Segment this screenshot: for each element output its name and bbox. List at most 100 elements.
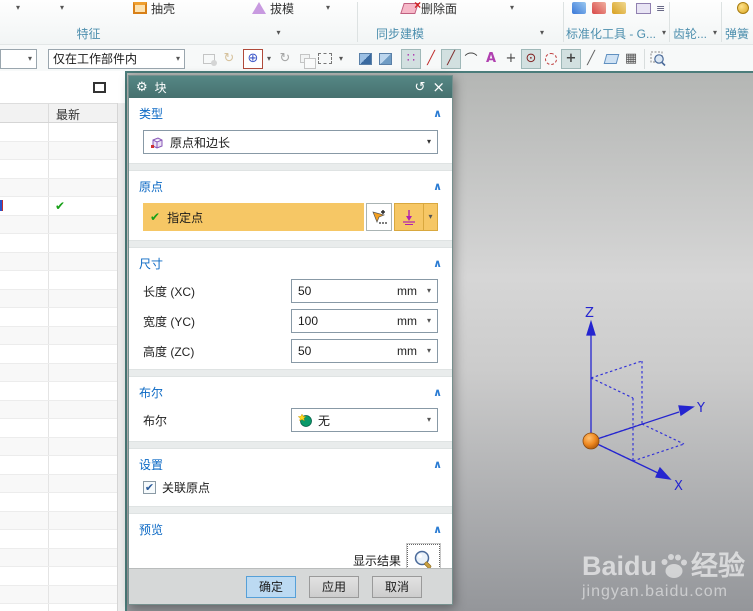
width-value[interactable]: 100 xyxy=(298,314,397,328)
navigator-row-name-cell[interactable] xyxy=(0,308,49,326)
navigator-row-name-cell[interactable] xyxy=(0,400,49,418)
dialog-gear-icon[interactable]: ⚙ xyxy=(136,81,148,94)
boolean-dropdown[interactable]: 无 ▾ xyxy=(291,408,438,432)
navigator-row[interactable] xyxy=(0,271,125,290)
more-dropdown-caret[interactable]: ▾ xyxy=(510,0,514,16)
group-std-tools[interactable]: 标准化工具 - G... ▾ xyxy=(563,23,669,43)
height-value[interactable]: 50 xyxy=(298,344,397,358)
snap-filter-icon[interactable]: ⊕ xyxy=(243,48,263,69)
navigator-row-name-cell[interactable] xyxy=(0,437,49,455)
navigator-row[interactable] xyxy=(0,474,125,493)
zoom-region-icon[interactable] xyxy=(648,49,668,69)
group-gear[interactable]: 齿轮... ▾ xyxy=(669,23,721,43)
snap-point-cluster-icon[interactable]: ∷ xyxy=(401,48,421,69)
height-input[interactable]: 50 mm ▾ xyxy=(291,339,438,363)
navigator-row[interactable] xyxy=(0,141,125,160)
specify-point-field[interactable]: ✔ 指定点 xyxy=(143,203,364,231)
std-tool-button[interactable] xyxy=(636,0,651,16)
group-sync-modeling[interactable]: 同步建模 ▾ xyxy=(357,23,563,43)
list-tool-button[interactable]: ≡ xyxy=(656,0,665,16)
origin-point-sphere[interactable] xyxy=(582,432,600,450)
snap-filter-caret[interactable]: ▾ xyxy=(263,49,275,69)
type-dropdown[interactable]: 原点和边长 ▾ xyxy=(143,130,438,154)
navigator-row[interactable] xyxy=(0,567,125,586)
snap-arc-end-icon[interactable]: ⌒ xyxy=(461,49,481,69)
navigator-row-name-cell[interactable] xyxy=(0,363,49,381)
marquee-caret[interactable]: ▾ xyxy=(335,49,347,69)
collapse-chevron-icon[interactable]: ∧ xyxy=(433,180,442,193)
selection-type-combo[interactable]: ▾ xyxy=(0,48,37,69)
navigator-row[interactable] xyxy=(0,160,125,179)
length-value[interactable]: 50 xyxy=(298,284,397,298)
dialog-title-bar[interactable]: ⚙ 块 ↺ × xyxy=(129,76,452,98)
marquee-select-icon[interactable] xyxy=(315,49,335,69)
navigator-row-name-cell[interactable] xyxy=(0,252,49,270)
group-feature[interactable]: 特征 ▾ xyxy=(0,23,357,43)
navigator-row-name-cell[interactable] xyxy=(0,530,49,548)
collapse-chevron-icon[interactable]: ∧ xyxy=(433,257,442,270)
section-origin-header[interactable]: 原点 ∧ xyxy=(129,171,452,198)
window-restore-icon[interactable] xyxy=(93,82,106,93)
shell-button[interactable]: 抽壳 xyxy=(133,0,175,16)
navigator-scrollbar[interactable] xyxy=(117,103,125,611)
collapse-chevron-icon[interactable]: ∧ xyxy=(433,458,442,471)
snap-circle-center-icon[interactable]: ⊙ xyxy=(521,48,541,69)
delete-face-button[interactable]: 删除面 xyxy=(400,0,457,16)
navigator-row[interactable] xyxy=(0,456,125,475)
navigator-row-name-cell[interactable] xyxy=(0,382,49,400)
cancel-button[interactable]: 取消 xyxy=(371,575,422,598)
dialog-close-icon[interactable]: × xyxy=(432,79,445,95)
associative-origin-checkbox[interactable]: ✔ xyxy=(143,481,156,494)
navigator-row[interactable] xyxy=(0,252,125,271)
navigator-row-name-cell[interactable] xyxy=(0,141,49,159)
snap-endpoint-icon[interactable]: ╱ xyxy=(421,49,441,69)
navigator-row-name-cell[interactable] xyxy=(0,493,49,511)
navigator-row-name-cell[interactable] xyxy=(0,215,49,233)
column-latest-header[interactable]: 最新 xyxy=(49,104,125,122)
dialog-reset-icon[interactable]: ↺ xyxy=(415,81,426,94)
std-tool-button[interactable] xyxy=(572,0,586,16)
navigator-row[interactable] xyxy=(0,437,125,456)
section-dimensions-header[interactable]: 尺寸 ∧ xyxy=(129,248,452,275)
navigator-row[interactable] xyxy=(0,363,125,382)
navigator-row[interactable] xyxy=(0,123,125,142)
section-preview-header[interactable]: 预览 ∧ xyxy=(129,514,452,541)
navigator-row-name-cell[interactable] xyxy=(0,548,49,566)
snap-point-on-face-icon[interactable] xyxy=(601,49,621,69)
caret-down-icon[interactable]: ▾ xyxy=(427,416,431,424)
navigator-row[interactable] xyxy=(0,289,125,308)
navigator-row-name-cell[interactable] xyxy=(0,419,49,437)
navigator-row[interactable] xyxy=(0,604,125,611)
std-tool-button[interactable] xyxy=(612,0,626,16)
gear-tool-button[interactable] xyxy=(737,0,749,16)
copy-object-icon[interactable] xyxy=(295,49,316,69)
std-tool-button[interactable] xyxy=(592,0,606,16)
navigator-row-name-cell[interactable] xyxy=(0,567,49,585)
navigator-row[interactable] xyxy=(0,326,125,345)
navigator-row-name-cell[interactable] xyxy=(0,585,49,603)
navigator-row[interactable] xyxy=(0,419,125,438)
width-input[interactable]: 100 mm ▾ xyxy=(291,309,438,333)
point-dialog-button[interactable] xyxy=(366,203,392,231)
caret-down-icon[interactable]: ▾ xyxy=(427,287,431,295)
snap-intersection-icon[interactable]: + xyxy=(501,49,521,69)
assembly-window-icon[interactable] xyxy=(199,49,219,69)
wireframe-view-icon[interactable] xyxy=(375,49,395,69)
ribbon-dropdown-caret[interactable]: ▾ xyxy=(16,0,20,16)
collapse-chevron-icon[interactable]: ∧ xyxy=(433,523,442,536)
navigator-row[interactable] xyxy=(0,382,125,401)
inferred-point-caret[interactable]: ▾ xyxy=(424,204,437,230)
navigator-row[interactable] xyxy=(0,400,125,419)
navigator-row[interactable] xyxy=(0,308,125,327)
navigator-row[interactable] xyxy=(0,178,125,197)
group-spring[interactable]: 弹簧 xyxy=(721,23,753,43)
caret-down-icon[interactable]: ▾ xyxy=(427,347,431,355)
collapse-chevron-icon[interactable]: ∧ xyxy=(433,386,442,399)
snap-spline-pole-icon[interactable]: A xyxy=(481,49,501,69)
navigator-row-name-cell[interactable] xyxy=(0,289,49,307)
move-object-icon[interactable]: ↻ xyxy=(275,49,295,69)
snap-point-icon[interactable]: + xyxy=(561,48,581,69)
more-dropdown-caret[interactable]: ▾ xyxy=(326,0,330,16)
section-boolean-header[interactable]: 布尔 ∧ xyxy=(129,377,452,404)
snap-midpoint-icon[interactable]: ╱ xyxy=(441,48,461,69)
